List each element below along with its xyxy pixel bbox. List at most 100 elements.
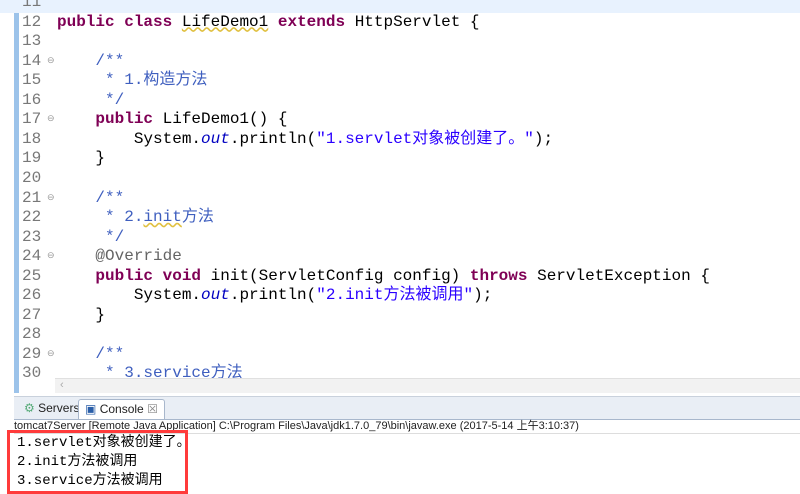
- line-number: 27: [22, 305, 42, 324]
- code-token: /**: [57, 51, 125, 70]
- tab-console[interactable]: ▣ Console ☒: [78, 399, 165, 419]
- line-number: 23: [22, 227, 42, 246]
- code-text: * 1.构造方法: [57, 71, 207, 91]
- line-number: 18: [22, 129, 42, 148]
- code-token: .println(: [229, 286, 317, 305]
- code-token: );: [533, 129, 554, 148]
- code-token: init(ServletConfig config): [201, 266, 470, 285]
- code-line: 22 * 2.init方法: [0, 208, 800, 228]
- code-line: 21 ⊖ /**: [0, 189, 800, 209]
- code-token: /**: [57, 344, 125, 363]
- code-line: 20: [0, 169, 800, 189]
- code-line: 14 ⊖ /**: [0, 52, 800, 72]
- code-line: 15 * 1.构造方法: [0, 71, 800, 91]
- code-token: }: [57, 305, 106, 324]
- code-token: */: [57, 90, 125, 109]
- code-text: }: [57, 149, 105, 169]
- code-line: 11: [0, 0, 800, 13]
- servers-icon: ⚙: [24, 401, 35, 415]
- code-token: throws: [469, 266, 528, 285]
- line-number: 15: [22, 71, 42, 90]
- code-text: /**: [57, 52, 124, 72]
- fold-toggle-icon[interactable]: ⊖: [47, 189, 55, 209]
- code-token: 方法: [181, 208, 214, 227]
- code-text: public LifeDemo1() {: [57, 110, 287, 130]
- code-token: @Override: [57, 247, 182, 266]
- console-icon: ▣: [85, 402, 97, 416]
- line-number: 25: [22, 266, 42, 285]
- code-line: 23 */: [0, 228, 800, 248]
- code-line: 18 System.out.println("1.servlet对象被创建了。"…: [0, 130, 800, 150]
- code-text: */: [57, 91, 124, 111]
- line-number: 30: [22, 364, 42, 383]
- line-number: 22: [22, 208, 42, 227]
- code-text: /**: [57, 345, 124, 365]
- code-token: public: [95, 110, 154, 129]
- scroll-left-icon[interactable]: ‹: [60, 379, 64, 391]
- code-token: class: [124, 12, 173, 31]
- code-text: * 2.init方法: [57, 208, 214, 228]
- code-token: LifeDemo1: [181, 12, 269, 31]
- code-token: LifeDemo1() {: [153, 110, 288, 129]
- fold-toggle-icon[interactable]: ⊖: [47, 52, 55, 72]
- code-text: public class LifeDemo1 extends HttpServl…: [57, 13, 480, 33]
- line-number: 26: [22, 286, 42, 305]
- horizontal-scrollbar[interactable]: ‹: [55, 378, 800, 393]
- view-tabs: ⚙ Servers ▣ Console ☒: [14, 396, 800, 420]
- code-token: "2.init方法被调用": [316, 286, 474, 305]
- close-icon[interactable]: ☒: [147, 402, 158, 416]
- code-line: 28: [0, 325, 800, 345]
- code-line: 16 */: [0, 91, 800, 111]
- tab-servers[interactable]: ⚙ Servers: [18, 399, 85, 418]
- code-token: public: [57, 12, 115, 31]
- code-line: 19 }: [0, 149, 800, 169]
- code-line: 26 System.out.println("2.init方法被调用");: [0, 286, 800, 306]
- code-line: 24 ⊖ @Override: [0, 247, 800, 267]
- code-token: System.: [57, 286, 202, 305]
- code-token: public: [95, 266, 154, 285]
- code-token: * 1.构造方法: [57, 71, 208, 90]
- code-token: }: [57, 149, 106, 168]
- line-number: 24: [22, 247, 42, 266]
- fold-toggle-icon[interactable]: ⊖: [47, 110, 55, 130]
- code-token: .println(: [229, 129, 317, 148]
- code-token: out: [201, 129, 230, 148]
- code-token: */: [57, 227, 125, 246]
- code-token: extends: [277, 12, 346, 31]
- code-text: public void init(ServletConfig config) t…: [57, 267, 710, 287]
- code-token: out: [201, 286, 230, 305]
- line-number: 21: [22, 188, 42, 207]
- code-token: "1.servlet对象被创建了。": [316, 129, 534, 148]
- line-number: 28: [22, 325, 42, 344]
- code-token: init: [143, 208, 182, 227]
- fold-toggle-icon[interactable]: ⊖: [47, 345, 55, 365]
- code-token: void: [162, 266, 202, 285]
- code-text: }: [57, 306, 105, 326]
- code-token: System.: [57, 129, 202, 148]
- code-line: 13: [0, 32, 800, 52]
- line-number: 13: [22, 32, 42, 51]
- code-line: 25 public void init(ServletConfig config…: [0, 267, 800, 287]
- code-editor[interactable]: 11 12 public class LifeDemo1 extends HttpS…: [0, 0, 800, 393]
- code-token: HttpServlet {: [345, 12, 480, 31]
- line-number: 19: [22, 149, 42, 168]
- line-number: 17: [22, 110, 42, 129]
- code-line: 12 public class LifeDemo1 extends HttpSer…: [0, 13, 800, 33]
- line-number: 29: [22, 344, 42, 363]
- code-text: @Override: [57, 247, 182, 267]
- fold-toggle-icon[interactable]: ⊖: [47, 247, 55, 267]
- line-number: 16: [22, 90, 42, 109]
- code-token: /**: [57, 188, 125, 207]
- line-number: 20: [22, 168, 42, 187]
- code-text: /**: [57, 189, 124, 209]
- code-token: );: [473, 286, 493, 305]
- highlight-box: [7, 430, 188, 494]
- line-number: 14: [22, 51, 42, 70]
- code-text: System.out.println("2.init方法被调用");: [57, 286, 492, 306]
